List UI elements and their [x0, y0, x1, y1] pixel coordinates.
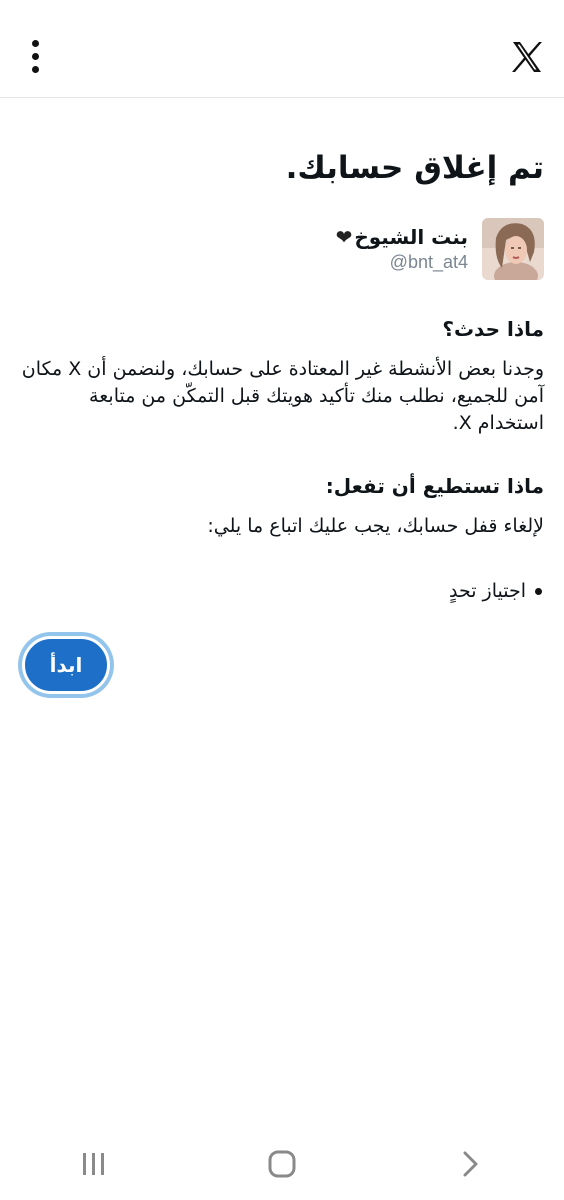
avatar[interactable] [482, 218, 544, 280]
x-logo-icon[interactable] [508, 38, 546, 76]
what-happened-title: ماذا حدث؟ [442, 317, 544, 341]
home-icon[interactable] [252, 1142, 312, 1186]
account-handle: @bnt_at4 [389, 252, 468, 272]
screen: تم إغلاق حسابك. بنت الشيوخ❤ @bnt_at4 ماذ… [0, 0, 564, 1200]
what-happened-body: وجدنا بعض الأنشطة غير المعتادة على حسابك… [21, 358, 544, 434]
more-vertical-icon[interactable] [18, 36, 52, 76]
main-content: تم إغلاق حسابك. بنت الشيوخ❤ @bnt_at4 ماذ… [20, 98, 544, 694]
back-icon[interactable] [440, 1142, 500, 1186]
list-item: اجتياز تحدٍ [20, 578, 542, 604]
account-card: بنت الشيوخ❤ @bnt_at4 [20, 218, 544, 280]
what-to-do-body: لإلغاء قفل حسابك، يجب عليك اتباع ما يلي: [207, 515, 544, 537]
account-info: بنت الشيوخ❤ @bnt_at4 [336, 224, 468, 274]
heart-icon: ❤ [335, 225, 353, 249]
recents-icon[interactable] [64, 1142, 124, 1186]
display-name: بنت الشيوخ [354, 225, 468, 249]
system-nav-bar [0, 1128, 564, 1200]
what-to-do-title: ماذا تستطيع أن تفعل: [325, 474, 544, 498]
page-title: تم إغلاق حسابك. [285, 150, 544, 186]
steps-list: اجتياز تحدٍ [20, 578, 544, 604]
start-button-container: ابدأ [20, 636, 544, 694]
top-bar [0, 0, 564, 98]
start-button[interactable]: ابدأ [22, 636, 110, 694]
